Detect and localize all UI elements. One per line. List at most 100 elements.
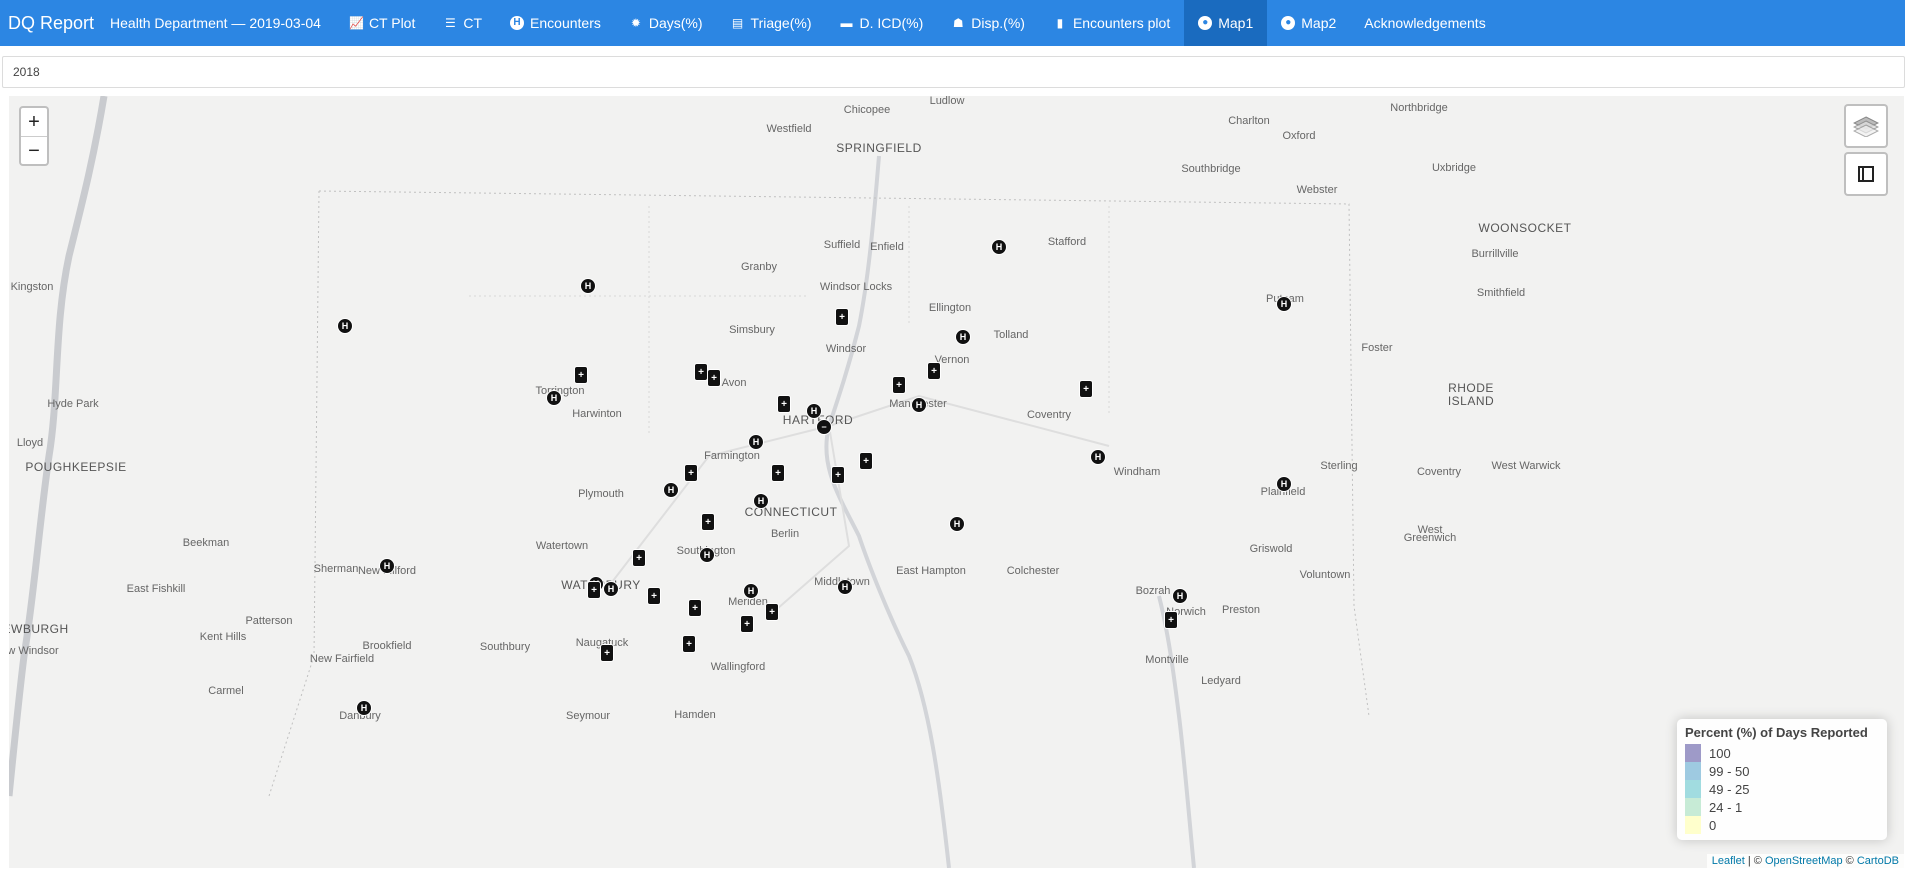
legend-swatch xyxy=(1685,780,1701,798)
place-label: Charlton xyxy=(1228,115,1270,127)
nav-tab-ct[interactable]: ☰ CT xyxy=(429,0,496,46)
nav-tab-triage[interactable]: ▤ Triage(%) xyxy=(717,0,826,46)
legend-label: 100 xyxy=(1709,745,1731,761)
clipboard-marker-icon[interactable]: + xyxy=(777,395,791,413)
clipboard-marker-icon[interactable]: + xyxy=(765,603,779,621)
hospital-marker-icon[interactable]: H xyxy=(743,583,759,599)
hospital-marker-icon[interactable]: H xyxy=(356,700,372,716)
nav-tab-d-icd[interactable]: ▬ D. ICD(%) xyxy=(825,0,937,46)
clipboard-marker-icon[interactable]: + xyxy=(707,369,721,387)
legend-label: 0 xyxy=(1709,817,1717,833)
legend-swatch xyxy=(1685,744,1701,762)
report-subtitle: Health Department — 2019-03-04 xyxy=(110,15,321,31)
clipboard-marker-icon[interactable]: + xyxy=(694,363,708,381)
layers-button[interactable] xyxy=(1844,104,1888,148)
place-label: Windsor xyxy=(825,343,867,355)
legend-label: 99 - 50 xyxy=(1709,763,1750,779)
place-label: Enfield xyxy=(870,241,904,253)
nav-tab-map2[interactable]: ● Map2 xyxy=(1267,0,1350,46)
nav-tab-label: Days(%) xyxy=(648,15,703,31)
nav-tab-label: Disp.(%) xyxy=(971,15,1025,31)
attribution-sep-2: © xyxy=(1842,855,1857,867)
hospital-marker-icon[interactable]: H xyxy=(748,434,764,450)
hospital-marker-icon[interactable]: H xyxy=(911,397,927,413)
hospital-marker-icon[interactable]: H xyxy=(837,579,853,595)
clipboard-marker-icon[interactable]: + xyxy=(632,549,646,567)
place-label: SPRINGFIELD xyxy=(836,141,922,155)
hospital-marker-icon[interactable]: H xyxy=(1090,449,1106,465)
hospital-marker-icon[interactable]: H xyxy=(663,482,679,498)
osm-link[interactable]: OpenStreetMap xyxy=(1765,855,1843,867)
person-bed-icon: ☗ xyxy=(952,16,964,30)
nav-tab-map1[interactable]: ● Map1 xyxy=(1184,0,1268,46)
nav-tab-disp[interactable]: ☗ Disp.(%) xyxy=(937,0,1039,46)
hospital-marker-icon[interactable]: H xyxy=(949,516,965,532)
place-label: Burrillville xyxy=(1471,248,1519,260)
nav-tab-label: Map1 xyxy=(1218,15,1254,31)
place-label: Beekman xyxy=(182,537,230,549)
clipboard-marker-icon[interactable]: + xyxy=(1079,380,1093,398)
place-label: Bozrah xyxy=(1135,585,1171,597)
place-label: Colchester xyxy=(1006,565,1060,577)
nav-tab-label: Encounters plot xyxy=(1072,15,1171,31)
hospital-marker-icon[interactable]: H xyxy=(806,403,822,419)
hospital-marker-icon[interactable]: H xyxy=(1276,296,1292,312)
place-label: Griswold xyxy=(1249,543,1293,555)
place-label: RHODE xyxy=(1448,381,1494,395)
nav-tab-label: Triage(%) xyxy=(750,15,812,31)
carto-link[interactable]: CartoDB xyxy=(1857,855,1899,867)
zoom-out-button[interactable]: − xyxy=(21,136,47,164)
hospital-marker-icon[interactable]: H xyxy=(337,318,353,334)
nav-tab-label: CT xyxy=(463,15,483,31)
clipboard-marker-icon[interactable]: + xyxy=(927,362,941,380)
clipboard-marker-icon[interactable]: + xyxy=(1164,611,1178,629)
hospital-marker-icon[interactable]: H xyxy=(955,329,971,345)
selected-marker-icon[interactable]: − xyxy=(816,419,832,435)
nav-tab-acknowledgements[interactable]: Acknowledgements xyxy=(1350,0,1499,46)
hospital-marker-icon[interactable]: H xyxy=(699,547,715,563)
place-label: Windsor Locks xyxy=(819,281,893,293)
leaflet-link[interactable]: Leaflet xyxy=(1712,855,1745,867)
app-brand[interactable]: DQ Report xyxy=(0,13,104,34)
globe-icon: ● xyxy=(1198,16,1213,30)
legend-row: 0 xyxy=(1685,816,1879,834)
hospital-marker-icon[interactable]: H xyxy=(603,581,619,597)
legend-swatch xyxy=(1685,762,1701,780)
place-label: Foster xyxy=(1361,342,1393,354)
clipboard-marker-icon[interactable]: + xyxy=(682,635,696,653)
place-label: ISLAND xyxy=(1447,394,1495,408)
hospital-marker-icon[interactable]: H xyxy=(546,390,562,406)
hospital-marker-icon[interactable]: H xyxy=(1172,588,1188,604)
zoom-in-button[interactable]: + xyxy=(21,108,47,136)
hospital-marker-icon[interactable]: H xyxy=(379,558,395,574)
place-label: Sherman xyxy=(313,563,359,575)
year-box: 2018 xyxy=(2,56,1905,88)
clipboard-marker-icon[interactable]: + xyxy=(574,366,588,384)
nav-tab-ct-plot[interactable]: 📈 CT Plot xyxy=(335,0,429,46)
clipboard-marker-icon[interactable]: + xyxy=(688,599,702,617)
nav-tab-label: Encounters xyxy=(530,15,601,31)
place-label: Patterson xyxy=(245,615,293,627)
clipboard-marker-icon[interactable]: + xyxy=(740,615,754,633)
map-canvas[interactable]: Chicopee Ludlow Westfield SPRINGFIELD Charlt… xyxy=(9,96,1904,868)
hospital-marker-icon[interactable]: H xyxy=(1276,476,1292,492)
clipboard-marker-icon[interactable]: + xyxy=(831,466,845,484)
clipboard-marker-icon[interactable]: + xyxy=(892,376,906,394)
place-label: Ledyard xyxy=(1201,675,1241,687)
clipboard-marker-icon[interactable]: + xyxy=(835,308,849,326)
clipboard-marker-icon[interactable]: + xyxy=(600,644,614,662)
hospital-marker-icon[interactable]: H xyxy=(580,278,596,294)
hospital-marker-icon[interactable]: H xyxy=(753,493,769,509)
fullscreen-button[interactable] xyxy=(1844,152,1888,196)
clipboard-marker-icon[interactable]: + xyxy=(587,581,601,599)
clipboard-marker-icon[interactable]: + xyxy=(771,464,785,482)
hospital-icon: H xyxy=(510,16,525,30)
clipboard-marker-icon[interactable]: + xyxy=(701,513,715,531)
clipboard-marker-icon[interactable]: + xyxy=(647,587,661,605)
nav-tab-encounters[interactable]: H Encounters xyxy=(496,0,615,46)
hospital-marker-icon[interactable]: H xyxy=(991,239,1007,255)
nav-tab-encounters-plot[interactable]: ▮ Encounters plot xyxy=(1039,0,1184,46)
clipboard-marker-icon[interactable]: + xyxy=(684,464,698,482)
clipboard-marker-icon[interactable]: + xyxy=(859,452,873,470)
nav-tab-days[interactable]: ✹ Days(%) xyxy=(615,0,717,46)
